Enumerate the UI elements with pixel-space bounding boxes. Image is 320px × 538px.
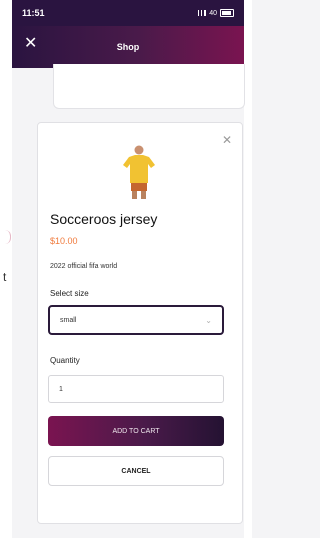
status-bar: 11:51 40: [12, 0, 244, 26]
product-description: 2022 official fifa world: [50, 263, 118, 270]
product-name: Socceroos jersey: [50, 211, 158, 227]
head-shape: [134, 145, 144, 155]
size-select-value: small: [60, 316, 77, 324]
product-modal: ✕ Socceroos jersey $10.00 2022 official …: [37, 122, 243, 524]
quantity-value: 1: [59, 385, 63, 393]
size-label: Select size: [50, 289, 89, 298]
background-decoration: [4, 230, 11, 244]
status-indicators: 40: [196, 9, 234, 17]
quantity-label: Quantity: [50, 356, 80, 365]
background-page-strip-right: [244, 0, 252, 538]
battery-icon: [220, 9, 234, 17]
background-card: [53, 64, 245, 109]
jersey-shape: [123, 155, 155, 183]
network-label: 40: [209, 9, 217, 17]
jersey-product-image: [123, 145, 155, 199]
size-select[interactable]: small ⌄: [48, 305, 224, 335]
app-header: ✕ Shop: [12, 26, 244, 68]
add-to-cart-button[interactable]: ADD TO CART: [48, 416, 224, 446]
leg-right-shape: [141, 191, 146, 199]
close-icon[interactable]: ✕: [222, 133, 232, 147]
close-icon[interactable]: ✕: [24, 36, 37, 52]
background-page-strip: t: [0, 0, 12, 538]
leg-left-shape: [132, 191, 137, 199]
background-text: t: [3, 270, 7, 284]
status-time: 11:51: [22, 8, 45, 18]
shorts-shape: [131, 183, 147, 191]
product-price: $10.00: [50, 236, 78, 246]
signal-icon: [196, 10, 207, 16]
quantity-input[interactable]: 1: [48, 375, 224, 403]
chevron-down-icon: ⌄: [205, 315, 212, 325]
cancel-button[interactable]: CANCEL: [48, 456, 224, 486]
page-title: Shop: [116, 42, 140, 52]
